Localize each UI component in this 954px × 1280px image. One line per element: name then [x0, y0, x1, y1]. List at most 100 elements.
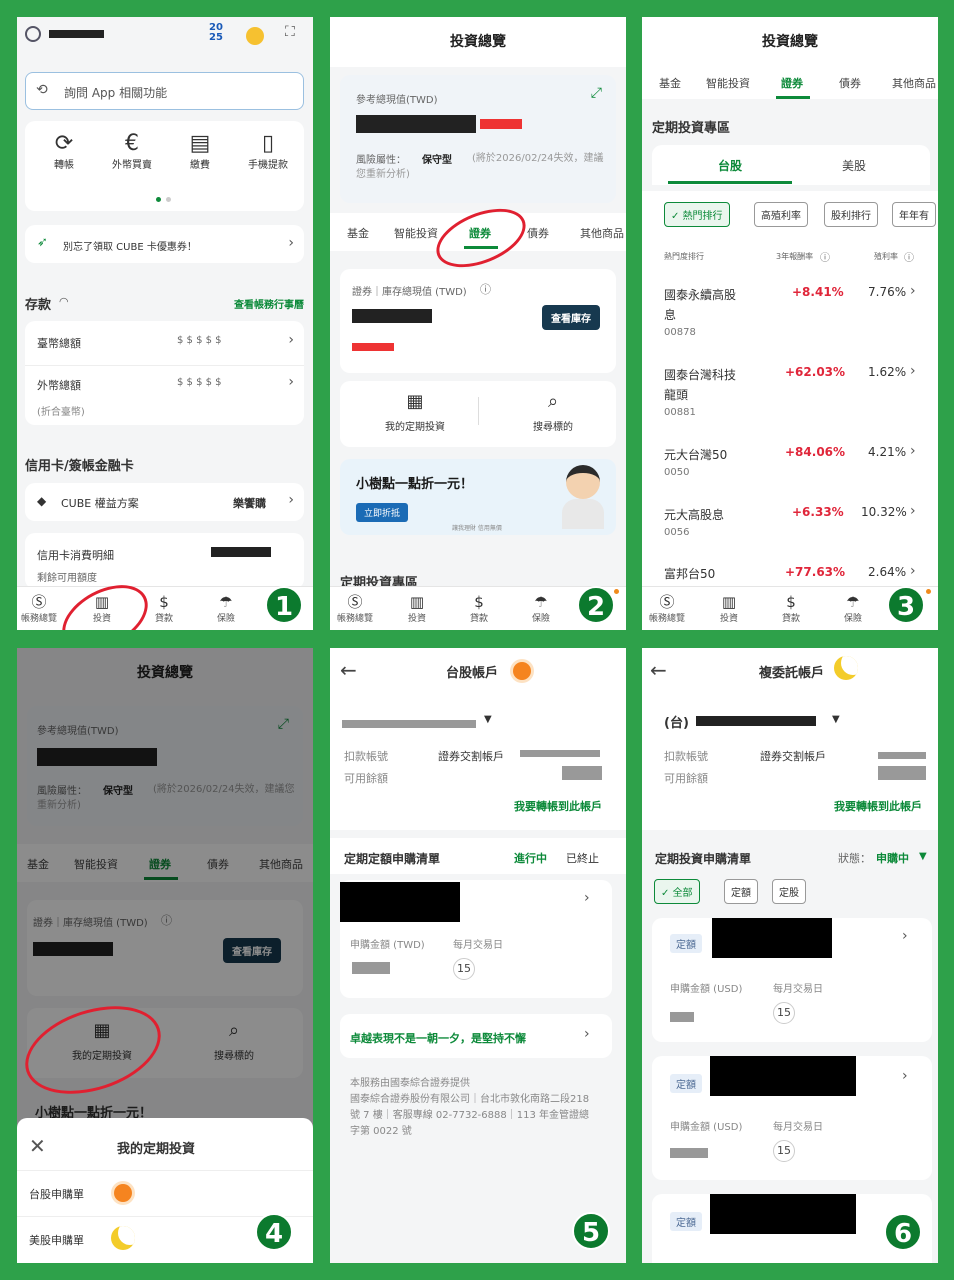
calendar-icon: ▦: [406, 391, 424, 412]
search-bar[interactable]: ⟲ 詢問 App 相關功能: [25, 72, 304, 110]
tab-ended[interactable]: 已終止: [566, 850, 599, 866]
chart-icon: ▥: [721, 593, 737, 611]
highlight-circle: [428, 197, 534, 279]
filter-yearly[interactable]: 年年有: [892, 202, 936, 227]
close-icon[interactable]: ✕: [29, 1134, 46, 1158]
nav-loan[interactable]: $ 貸款: [454, 593, 504, 624]
plan-card[interactable]: 定額 › 申購金額 (USD) 每月交易日 15: [652, 1056, 932, 1180]
filter-fixed-amount[interactable]: 定額: [724, 879, 758, 904]
plan-tag: 定額: [670, 1212, 702, 1231]
dropdown-icon[interactable]: ▼: [832, 714, 840, 725]
account-masked: [696, 716, 816, 726]
calendar-icon[interactable]: 20 25: [209, 23, 223, 43]
transfer-link[interactable]: 我要轉帳到此帳戶: [514, 798, 602, 814]
search-target-button[interactable]: ⌕ 搜尋標的: [508, 391, 598, 433]
dropdown-icon[interactable]: ▼: [484, 714, 492, 725]
back-arrow-icon[interactable]: ←: [650, 658, 667, 682]
plan-tag: 定額: [670, 1074, 702, 1093]
card-detail-row[interactable]: 信用卡消費明細 剩餘可用額度: [25, 533, 304, 589]
calendar-link[interactable]: 查看帳務行事曆: [234, 296, 304, 311]
slogan-card[interactable]: 卓越表現不是一朝一夕，是堅持不懈 ›: [340, 1014, 612, 1058]
info-icon[interactable]: ⓘ: [820, 249, 830, 264]
withdraw-button[interactable]: ▯ 手機提款: [243, 131, 293, 171]
step-badge: 6: [884, 1213, 922, 1251]
user-icon[interactable]: [25, 26, 41, 42]
nav-insurance[interactable]: ☂ 保險: [516, 593, 566, 624]
dollar-icon: Ⓢ: [31, 593, 47, 611]
filter-yield[interactable]: 高殖利率: [754, 202, 808, 227]
wallet-icon: $: [786, 593, 796, 611]
list-item[interactable]: 富邦台50 +77.63% 2.64% ›: [642, 559, 938, 589]
eye-icon[interactable]: ◠: [59, 295, 69, 308]
tab-robo[interactable]: 智能投資: [394, 225, 438, 241]
my-plan-button[interactable]: ▦ 我的定期投資: [370, 391, 460, 433]
shortcut-card: ▦ 我的定期投資 ⌕ 搜尋標的: [340, 381, 616, 447]
nav-insurance[interactable]: ☂ 保險: [828, 593, 878, 624]
nav-insurance[interactable]: ☂ 保險: [201, 593, 251, 624]
filter-all[interactable]: ✓ 全部: [654, 879, 700, 904]
filter-hot[interactable]: ✓ 熱門排行: [664, 202, 730, 227]
expand-icon[interactable]: ⛶: [285, 24, 295, 40]
chevron-right-icon: ›: [902, 928, 908, 944]
info-icon[interactable]: ⓘ: [480, 281, 491, 297]
tab-other[interactable]: 其他商品: [580, 225, 624, 241]
dropdown-icon[interactable]: ▼: [919, 851, 927, 862]
transfer-button[interactable]: ⟳ 轉帳: [39, 131, 89, 171]
plan-card[interactable]: › 申購金額 (TWD) 每月交易日 15: [340, 880, 612, 998]
nav-invest[interactable]: ▥ 投資: [392, 593, 442, 624]
tab-bond[interactable]: 債券: [839, 75, 861, 91]
step-badge: 1: [265, 586, 303, 624]
nav-overview[interactable]: Ⓢ 帳務總覽: [17, 593, 64, 624]
tab-active[interactable]: 進行中: [514, 850, 547, 866]
tab-securities[interactable]: 證券: [781, 75, 803, 91]
promo-button[interactable]: 立即折抵: [356, 503, 409, 522]
masked-amount: $ $ $ $ $: [177, 377, 222, 388]
step-badge: 5: [572, 1212, 610, 1250]
masked-amount: $ $ $ $ $: [177, 335, 222, 346]
tab-fund[interactable]: 基金: [347, 225, 369, 241]
transfer-link[interactable]: 我要轉帳到此帳戶: [834, 798, 922, 814]
tab-robo[interactable]: 智能投資: [706, 75, 750, 91]
nav-loan[interactable]: $ 貸款: [766, 593, 816, 624]
promo-banner[interactable]: 小樹點一點折一元！ 立即折抵 讓我理財 信用無價: [340, 459, 616, 535]
cube-plan-row[interactable]: ◆ CUBE 權益方案 樂饗購 ›: [25, 483, 304, 521]
account-masked: [342, 720, 476, 728]
fx-button[interactable]: € 外幣買賣: [107, 131, 157, 171]
mascot-image: [566, 465, 600, 499]
chart-icon: ▥: [409, 593, 425, 611]
filter-fixed-shares[interactable]: 定股: [772, 879, 806, 904]
plan-card[interactable]: 定額 › 申購金額 (USD) 每月交易日 15: [652, 918, 932, 1042]
tab-us[interactable]: 美股: [842, 157, 866, 174]
nav-invest[interactable]: ▥ 投資: [704, 593, 754, 624]
expand-icon[interactable]: ⤢: [591, 85, 602, 101]
bill-button[interactable]: ▤ 繳費: [175, 131, 225, 171]
tw-order-row[interactable]: 台股申購單: [17, 1170, 313, 1216]
tab-tw[interactable]: 台股: [718, 157, 742, 174]
info-icon[interactable]: ⓘ: [904, 249, 914, 264]
inventory-button[interactable]: 查看庫存: [542, 305, 600, 330]
nav-overview[interactable]: Ⓢ 帳務總覽: [330, 593, 380, 624]
coupon-banner[interactable]: ➶ 別忘了領取 CUBE 卡優惠券！ ›: [25, 225, 304, 263]
coin-icon[interactable]: [246, 27, 264, 45]
page-title: 台股帳戶: [446, 666, 499, 681]
filter-dividend[interactable]: 股利排行: [824, 202, 878, 227]
tab-bond[interactable]: 債券: [527, 225, 549, 241]
status-filter[interactable]: 申購中: [876, 850, 909, 866]
list-item[interactable]: 國泰台灣科技龍頭 00881 +62.03% 1.62% ›: [642, 359, 938, 439]
tab-fund[interactable]: 基金: [659, 75, 681, 91]
masked-value: [480, 119, 522, 129]
list-item[interactable]: 元大台灣50 0050 +84.06% 4.21% ›: [642, 439, 938, 499]
deposit-card: 臺幣總額 $ $ $ $ $ › 外幣總額 (折合臺幣) $ $ $ $ $ ›: [25, 321, 304, 425]
moon-icon: [834, 656, 858, 680]
tab-other[interactable]: 其他商品: [892, 75, 936, 91]
panel-sub-brokerage: ← 複委託帳戶 (台) ▼ 扣款帳號 證券交割帳戶 可用餘額 我要轉帳到此帳戶 …: [642, 648, 938, 1263]
panel-tw-account: ← 台股帳戶 ▼ 扣款帳號 證券交割帳戶 可用餘額 我要轉帳到此帳戶 定期定額申…: [330, 648, 626, 1263]
back-arrow-icon[interactable]: ←: [340, 658, 357, 682]
chevron-right-icon[interactable]: ›: [288, 374, 294, 390]
list-item[interactable]: 元大高股息 0056 +6.33% 10.32% ›: [642, 499, 938, 559]
chevron-right-icon[interactable]: ›: [288, 332, 294, 348]
masked-stock: [340, 882, 460, 922]
chevron-right-icon: ›: [584, 1026, 590, 1042]
list-item[interactable]: 國泰永續高股息 00878 +8.41% 7.76% ›: [642, 279, 938, 359]
nav-overview[interactable]: Ⓢ 帳務總覽: [642, 593, 692, 624]
